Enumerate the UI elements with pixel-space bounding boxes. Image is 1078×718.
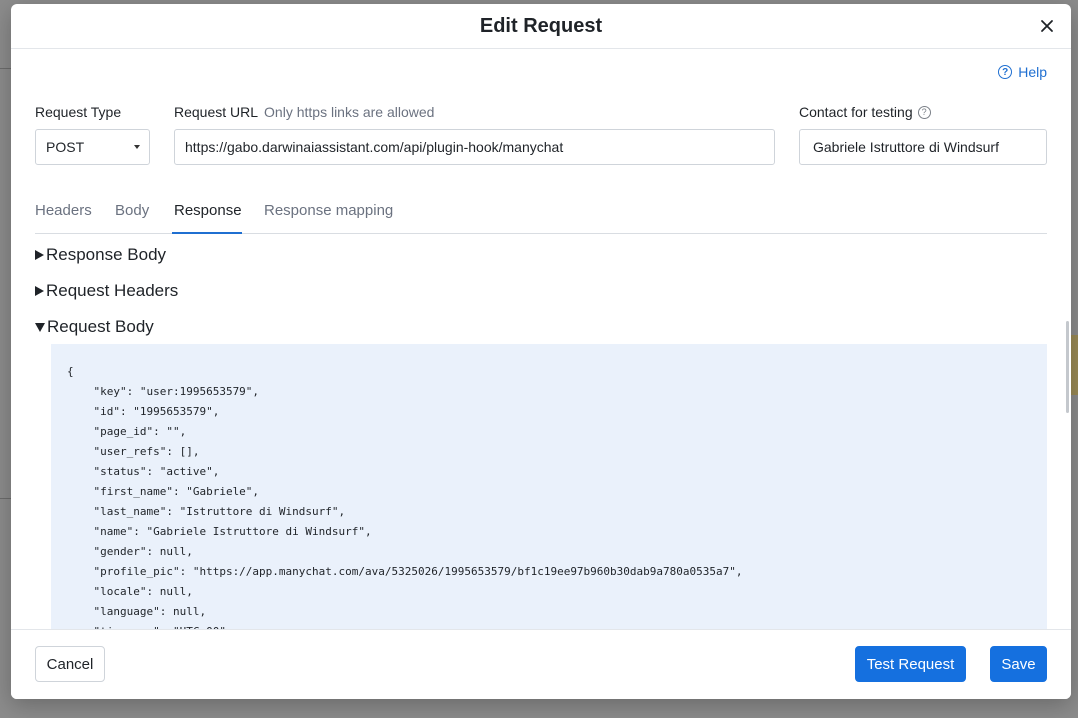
request-headers-label: Request Headers bbox=[46, 281, 179, 300]
response-body-label: Response Body bbox=[46, 245, 167, 264]
request-tabs: Headers Body Response Response mapping bbox=[35, 189, 1047, 234]
modal-footer: Cancel Test Request Save bbox=[11, 629, 1071, 699]
response-body-toggle[interactable]: Response Body bbox=[35, 245, 166, 265]
contact-select[interactable]: Gabriele Istruttore di Windsurf bbox=[799, 129, 1047, 165]
request-url-input[interactable]: https://gabo.darwinaiassistant.com/api/p… bbox=[174, 129, 775, 165]
request-body-toggle[interactable]: Request Body bbox=[35, 317, 154, 337]
background-divider bbox=[1071, 335, 1078, 395]
background-divider bbox=[0, 498, 11, 499]
request-body-code: { "key": "user:1995653579", "id": "19956… bbox=[51, 344, 1047, 630]
code-line: "name": "Gabriele Istruttore di Windsurf… bbox=[67, 525, 372, 538]
request-type-select[interactable]: POST bbox=[35, 129, 150, 165]
code-line: "page_id": "", bbox=[67, 425, 187, 438]
code-line: "last_name": "Istruttore di Windsurf", bbox=[67, 505, 346, 518]
modal-header: Edit Request bbox=[11, 4, 1071, 49]
help-label: Help bbox=[1018, 64, 1047, 80]
modal-title: Edit Request bbox=[479, 15, 603, 37]
request-type-label: Request Type bbox=[35, 104, 121, 120]
request-type-label-text: Request Type bbox=[35, 104, 122, 120]
code-line: "status": "active", bbox=[67, 465, 220, 478]
code-line: "user_refs": [], bbox=[67, 445, 200, 458]
request-url-label-text: Request URL bbox=[174, 104, 259, 120]
tab-response-mapping[interactable]: Response mapping bbox=[264, 202, 393, 219]
caret-right-icon bbox=[35, 286, 44, 296]
question-icon[interactable]: ? bbox=[917, 105, 931, 119]
code-line: "key": "user:1995653579", bbox=[67, 385, 260, 398]
request-url-value: https://gabo.darwinaiassistant.com/api/p… bbox=[185, 139, 564, 155]
help-link[interactable]: ? Help bbox=[998, 64, 1047, 80]
request-type-value: POST bbox=[46, 139, 85, 155]
contact-label: Contact for testing? bbox=[799, 104, 931, 120]
scrollbar-thumb[interactable] bbox=[1066, 321, 1069, 413]
code-line: "language": null, bbox=[67, 605, 207, 618]
code-line: "locale": null, bbox=[67, 585, 193, 598]
contact-value: Gabriele Istruttore di Windsurf bbox=[813, 139, 999, 155]
contact-label-text: Contact for testing bbox=[799, 104, 913, 120]
cancel-button[interactable]: Cancel bbox=[35, 646, 105, 682]
code-line: "first_name": "Gabriele", bbox=[67, 485, 260, 498]
tab-response[interactable]: Response bbox=[174, 202, 242, 219]
tab-headers[interactable]: Headers bbox=[35, 202, 92, 219]
request-url-hint: Only https links are allowed bbox=[264, 104, 435, 120]
modal-body: ? Help Request Type POST Request URL Only… bbox=[11, 49, 1071, 630]
caret-down-icon bbox=[35, 322, 45, 332]
code-line: "id": "1995653579", bbox=[67, 405, 220, 418]
background-divider bbox=[0, 68, 11, 69]
request-url-label: Request URL Only https links are allowed bbox=[174, 104, 434, 120]
code-line: "profile_pic": "https://app.manychat.com… bbox=[67, 565, 743, 578]
help-circle-icon: ? bbox=[998, 65, 1013, 79]
tab-body[interactable]: Body bbox=[115, 202, 149, 219]
close-icon bbox=[1041, 20, 1053, 32]
caret-right-icon bbox=[35, 250, 44, 260]
code-line: "gender": null, bbox=[67, 545, 193, 558]
save-button[interactable]: Save bbox=[990, 646, 1047, 682]
caret-down-icon bbox=[134, 145, 140, 149]
close-button[interactable] bbox=[1037, 16, 1057, 36]
test-request-button[interactable]: Test Request bbox=[855, 646, 966, 682]
request-headers-toggle[interactable]: Request Headers bbox=[35, 281, 178, 301]
request-body-label: Request Body bbox=[47, 317, 154, 336]
active-tab-indicator bbox=[172, 232, 242, 234]
code-line: { bbox=[67, 365, 74, 378]
edit-request-modal: Edit Request ? Help Request Type POST Re… bbox=[11, 4, 1071, 699]
